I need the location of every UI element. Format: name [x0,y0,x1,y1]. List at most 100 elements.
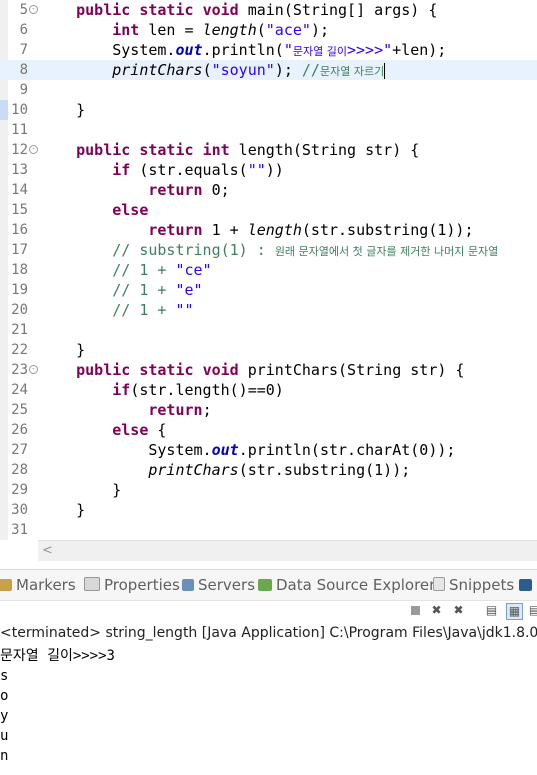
code-line[interactable]: 6 int len = length("ace"); [0,20,537,40]
code-text[interactable]: printChars(str.substring(1)); [40,460,410,480]
code-editor[interactable]: 5- public static void main(String[] args… [0,0,537,540]
line-number: 6 [19,22,28,38]
code-text[interactable]: public static void main(String[] args) { [40,0,437,20]
console-toolbar: ✖ ✖ ▤ ▦ ▤ [400,600,537,622]
code-line[interactable]: 14 return 0; [0,180,537,200]
code-text[interactable]: int len = length("ace"); [40,20,329,40]
code-text[interactable]: } [40,500,85,520]
line-number: 17 [11,242,28,258]
tab-servers[interactable]: Servers [182,570,255,600]
line-number: 15 [11,202,28,218]
code-text[interactable]: // substring(1) : 원래 문자열에서 첫 글자를 제거한 나머지… [40,240,498,262]
code-line[interactable]: 12- public static int length(String str)… [0,140,537,160]
servers-icon [182,579,194,591]
tab-data-source-explorer[interactable]: Data Source Explorer [258,570,435,600]
line-number: 18 [11,262,28,278]
code-line[interactable]: 18 // 1 + "ce" [0,260,537,280]
line-number: 11 [11,122,28,138]
code-line[interactable]: 29 } [0,480,537,500]
code-text[interactable]: if (str.equals("")) [40,160,284,180]
code-line[interactable]: 26 else { [0,420,537,440]
code-line[interactable]: 25 return; [0,400,537,420]
line-number: 28 [11,462,28,478]
code-text[interactable]: if(str.length()==0) [40,380,284,400]
line-number: 22 [11,342,28,358]
code-line[interactable]: 10 } [0,100,537,120]
line-number: 21 [11,322,28,338]
tab-markers[interactable]: Markers [0,570,76,600]
line-number: 27 [11,442,28,458]
line-number: 12 [11,142,28,158]
code-text[interactable]: return; [40,400,211,420]
code-line[interactable]: 24 if(str.length()==0) [0,380,537,400]
code-line[interactable]: 16 return 1 + length(str.substring(1)); [0,220,537,240]
code-text[interactable]: } [40,340,85,360]
data-source-explorer-icon [258,579,272,591]
code-line[interactable]: 20 // 1 + "" [0,300,537,320]
code-line[interactable]: 21 [0,320,537,340]
code-line[interactable]: 8 printChars("soyun"); //문자열 자르기 [0,60,537,80]
scroll-left-icon[interactable]: < [42,541,53,561]
code-text[interactable]: else [40,200,148,220]
code-text[interactable]: } [40,100,85,120]
code-line[interactable]: 22 } [0,340,537,360]
tab-properties[interactable]: Properties [84,570,180,600]
fold-toggle-icon[interactable]: - [29,145,38,154]
code-line[interactable]: 31 [0,520,537,540]
code-line[interactable]: 28 printChars(str.substring(1)); [0,460,537,480]
word-wrap-icon[interactable]: ▤ [527,603,537,618]
view-tabs: Markers Properties Servers Data Source E… [0,569,537,601]
remove-launch-icon[interactable]: ✖ [429,603,444,618]
line-number: 10 [11,102,28,118]
line-number: 13 [11,162,28,178]
code-line[interactable]: 11 [0,120,537,140]
code-text[interactable]: else { [40,420,166,440]
console-view[interactable]: <terminated> string_length [Java Applica… [0,622,537,775]
console-output-line: n [0,748,9,764]
code-line[interactable]: 15 else [0,200,537,220]
code-line[interactable]: 7 System.out.println("문자열 길이>>>>"+len); [0,40,537,60]
code-text[interactable]: System.out.println(str.charAt(0)); [40,440,455,460]
line-number: 8 [19,62,28,78]
code-line[interactable]: 13 if (str.equals("")) [0,160,537,180]
console-output-line: y [0,708,9,724]
scroll-lock-icon[interactable]: ▦ [506,603,523,620]
line-number: 19 [11,282,28,298]
clear-console-icon[interactable]: ▤ [484,603,499,618]
markers-icon [0,579,12,591]
code-line[interactable]: 5- public static void main(String[] args… [0,0,537,20]
code-text[interactable]: } [40,480,121,500]
line-number: 29 [11,482,28,498]
code-line[interactable]: 9 [0,80,537,100]
line-number: 25 [11,402,28,418]
line-number: 24 [11,382,28,398]
code-text[interactable]: public static int length(String str) { [40,140,419,160]
code-text[interactable]: return 0; [40,180,229,200]
editor-horizontal-scrollbar[interactable]: < [38,540,537,561]
code-text[interactable]: return 1 + length(str.substring(1)); [40,220,473,240]
code-text[interactable]: // 1 + "" [40,300,193,320]
tab-console[interactable] [519,570,536,600]
line-number: 23 [11,362,28,378]
line-number: 5 [19,2,28,18]
code-text[interactable]: System.out.println("문자열 길이>>>>"+len); [40,40,446,62]
terminate-icon[interactable] [408,603,423,618]
code-text[interactable]: // 1 + "e" [40,280,202,300]
fold-toggle-icon[interactable]: - [29,365,38,374]
remove-all-terminated-icon[interactable]: ✖ [451,603,466,618]
code-text[interactable]: printChars("soyun"); //문자열 자르기 [40,60,386,82]
line-number: 20 [11,302,28,318]
code-line[interactable]: 30 } [0,500,537,520]
code-text[interactable]: // 1 + "ce" [40,260,211,280]
code-line[interactable]: 27 System.out.println(str.charAt(0)); [0,440,537,460]
code-text[interactable]: public static void printChars(String str… [40,360,464,380]
line-number: 16 [11,222,28,238]
code-line[interactable]: 23- public static void printChars(String… [0,360,537,380]
line-number: 9 [19,82,28,98]
tab-snippets[interactable]: Snippets [433,570,514,600]
code-line[interactable]: 17 // substring(1) : 원래 문자열에서 첫 글자를 제거한 … [0,240,537,260]
fold-toggle-icon[interactable]: - [29,5,38,14]
line-number: 7 [19,42,28,58]
code-line[interactable]: 19 // 1 + "e" [0,280,537,300]
snippets-icon [433,577,445,591]
